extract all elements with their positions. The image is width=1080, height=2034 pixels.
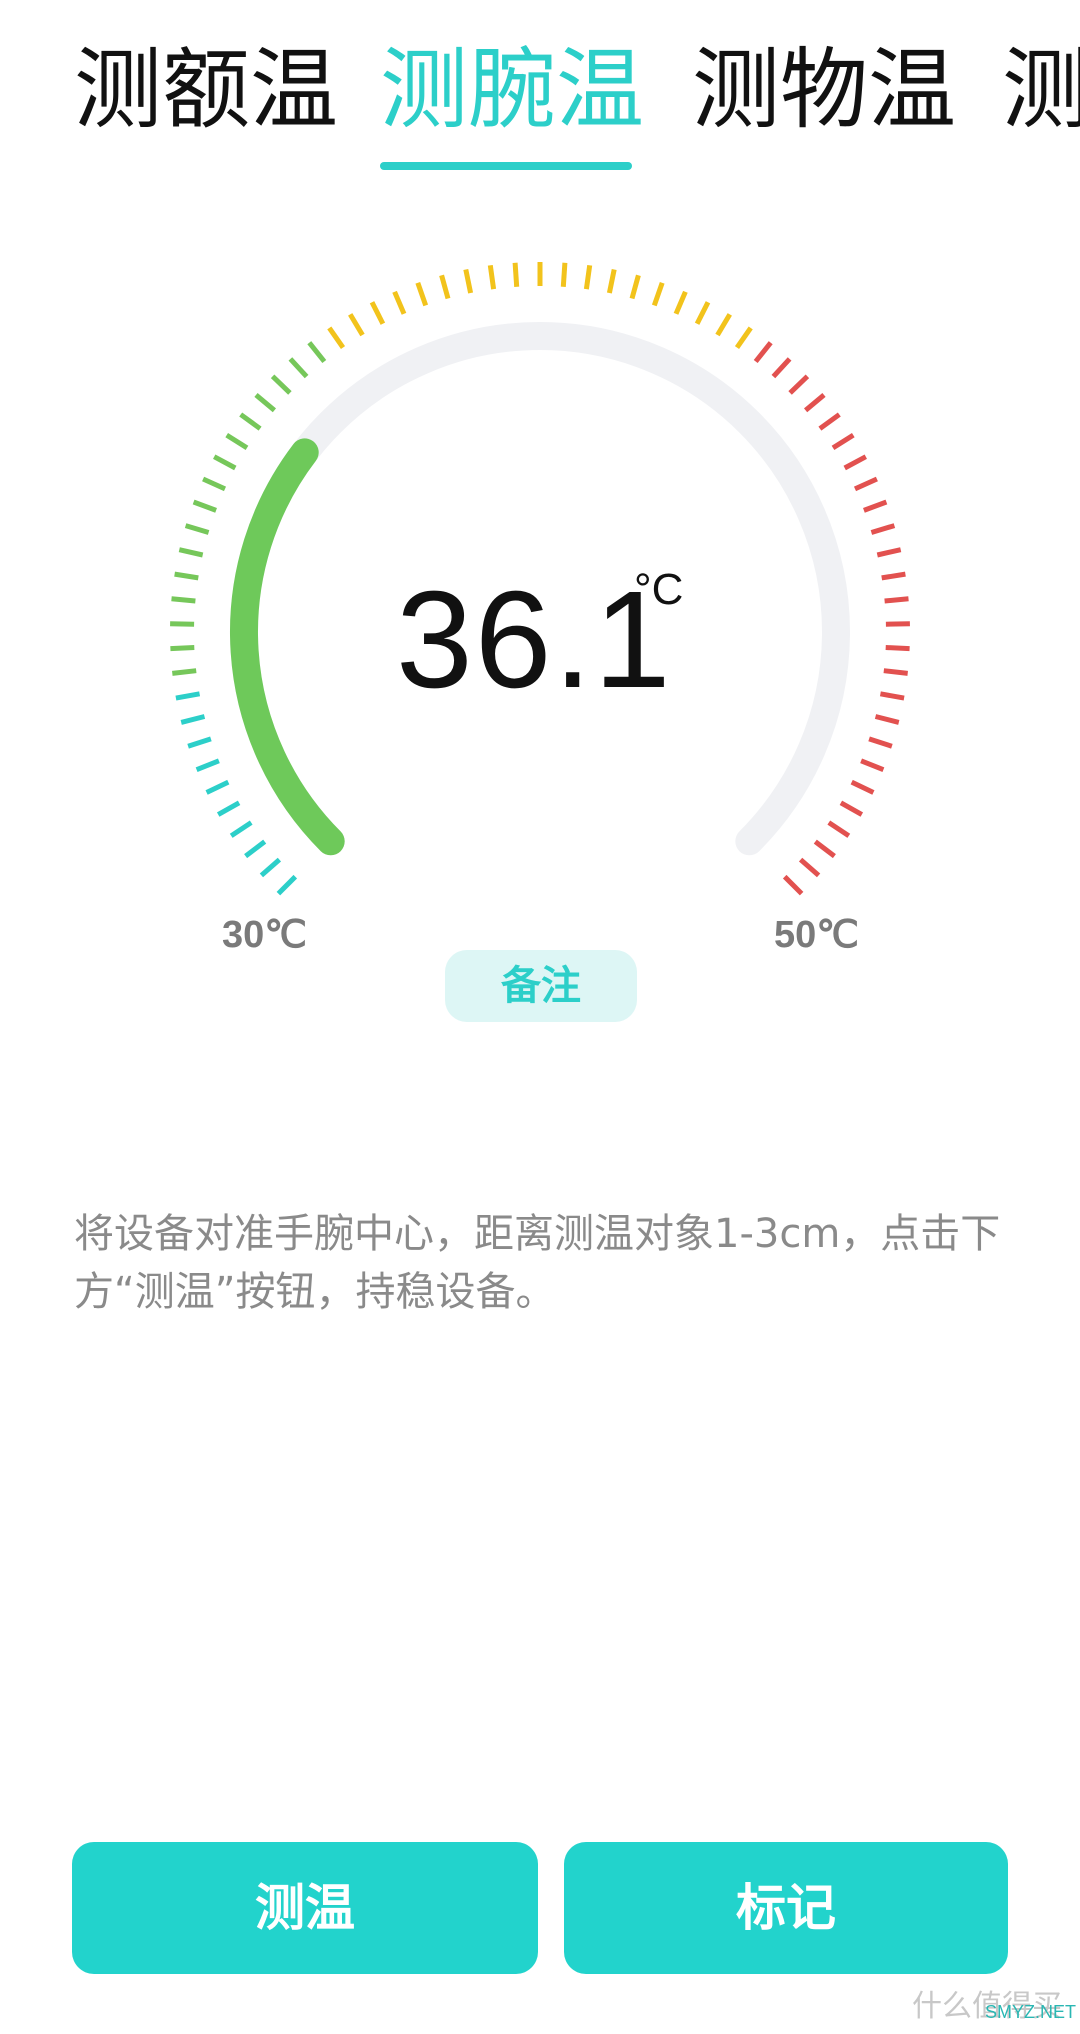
- gauge-tick: [244, 839, 267, 859]
- gauge-tick: [879, 691, 905, 701]
- gauge-tick: [850, 779, 875, 795]
- gauge-tick: [348, 313, 365, 337]
- gauge-tick: [874, 714, 900, 725]
- gauge-tick: [487, 264, 497, 290]
- gauge-tick: [307, 341, 327, 364]
- gauge-tick: [239, 412, 262, 431]
- gauge-tick: [629, 274, 641, 300]
- gauge-tick: [868, 736, 893, 749]
- gauge-tick: [734, 326, 753, 350]
- measure-button[interactable]: 测温: [72, 1842, 538, 1974]
- gauge-tick: [415, 281, 429, 307]
- gauge-tick: [288, 357, 309, 379]
- gauge-tick: [172, 668, 197, 676]
- gauge-min-label: 30℃: [222, 914, 307, 956]
- gauge-tick: [178, 547, 204, 558]
- gauge-tick: [439, 274, 451, 300]
- mark-button[interactable]: 标记: [564, 1842, 1008, 1974]
- gauge-tick: [651, 281, 665, 307]
- gauge-tick: [171, 596, 196, 604]
- gauge-tick: [883, 668, 908, 676]
- gauge-tick: [881, 571, 906, 581]
- instructions-text: 将设备对准手腕中心，距离测温对象1-3cm，点击下方“测温”按钮，持稳设备。: [74, 1211, 1001, 1315]
- gauge-tick: [392, 290, 407, 315]
- temperature-unit: °C: [634, 565, 684, 614]
- gauge-tick: [788, 374, 810, 395]
- gauge-tick: [782, 874, 804, 896]
- gauge-tick: [327, 326, 346, 350]
- gauge-tick: [512, 262, 520, 287]
- gauge-tick: [870, 523, 896, 535]
- gauge-progress-arc: [230, 438, 345, 856]
- gauge-tick: [753, 341, 773, 364]
- gauge-tick: [192, 499, 217, 513]
- gauge-tick: [202, 476, 227, 492]
- gauge-tick: [560, 262, 568, 287]
- gauge-tick: [583, 264, 593, 290]
- gauge-tick: [818, 412, 841, 431]
- gauge-tick: [831, 432, 855, 451]
- gauge-tick: [205, 779, 230, 795]
- gauge-tick: [803, 392, 826, 413]
- gauge-tick: [843, 454, 867, 471]
- gauge-tick: [798, 857, 821, 878]
- gauge-tick: [860, 758, 885, 773]
- gauge-tick: [884, 596, 909, 604]
- gauge-tick: [170, 621, 195, 627]
- gauge-tick: [270, 374, 292, 395]
- app-screen: 测额温 测腕温 测物温 测 36.1 °C 30℃ 50℃ 备注 将设备对准手腕…: [0, 0, 1080, 2034]
- gauge-tick: [885, 621, 910, 627]
- gauge-tick: [213, 454, 237, 471]
- gauge-tick: [216, 800, 241, 817]
- gauge-tick: [180, 714, 206, 725]
- temperature-reading: 36.1: [396, 563, 673, 717]
- gauge-tick: [839, 800, 864, 817]
- gauge-tick: [827, 820, 851, 838]
- gauge-tick: [174, 571, 199, 581]
- gauge-tick: [463, 268, 474, 294]
- gauge-tick: [694, 301, 711, 325]
- gauge-tick: [863, 499, 888, 513]
- gauge-tick: [813, 839, 836, 859]
- temperature-gauge: [170, 262, 910, 896]
- gauge-tick: [254, 392, 277, 413]
- gauge-tick: [175, 691, 201, 701]
- gauge-tick: [184, 523, 210, 535]
- gauge-tick: [876, 547, 902, 558]
- gauge-tick: [195, 758, 220, 773]
- gauge-tick: [225, 432, 249, 451]
- gauge-tick: [715, 313, 732, 337]
- note-button[interactable]: 备注: [445, 950, 637, 1022]
- gauge-tick: [187, 736, 212, 749]
- gauge-tick: [276, 874, 298, 896]
- gauge-tick: [853, 476, 878, 492]
- gauge-max-label: 50℃: [774, 914, 859, 956]
- watermark-sub: SMYZ.NET: [985, 2002, 1077, 2022]
- gauge-tick: [259, 857, 282, 878]
- gauge-tick: [771, 357, 792, 379]
- gauge-tick: [885, 645, 910, 652]
- gauge-tick: [369, 301, 386, 325]
- gauge-tick: [229, 820, 253, 838]
- gauge-tick: [170, 645, 195, 652]
- gauge-tick: [606, 268, 617, 294]
- gauge-tick: [673, 290, 688, 315]
